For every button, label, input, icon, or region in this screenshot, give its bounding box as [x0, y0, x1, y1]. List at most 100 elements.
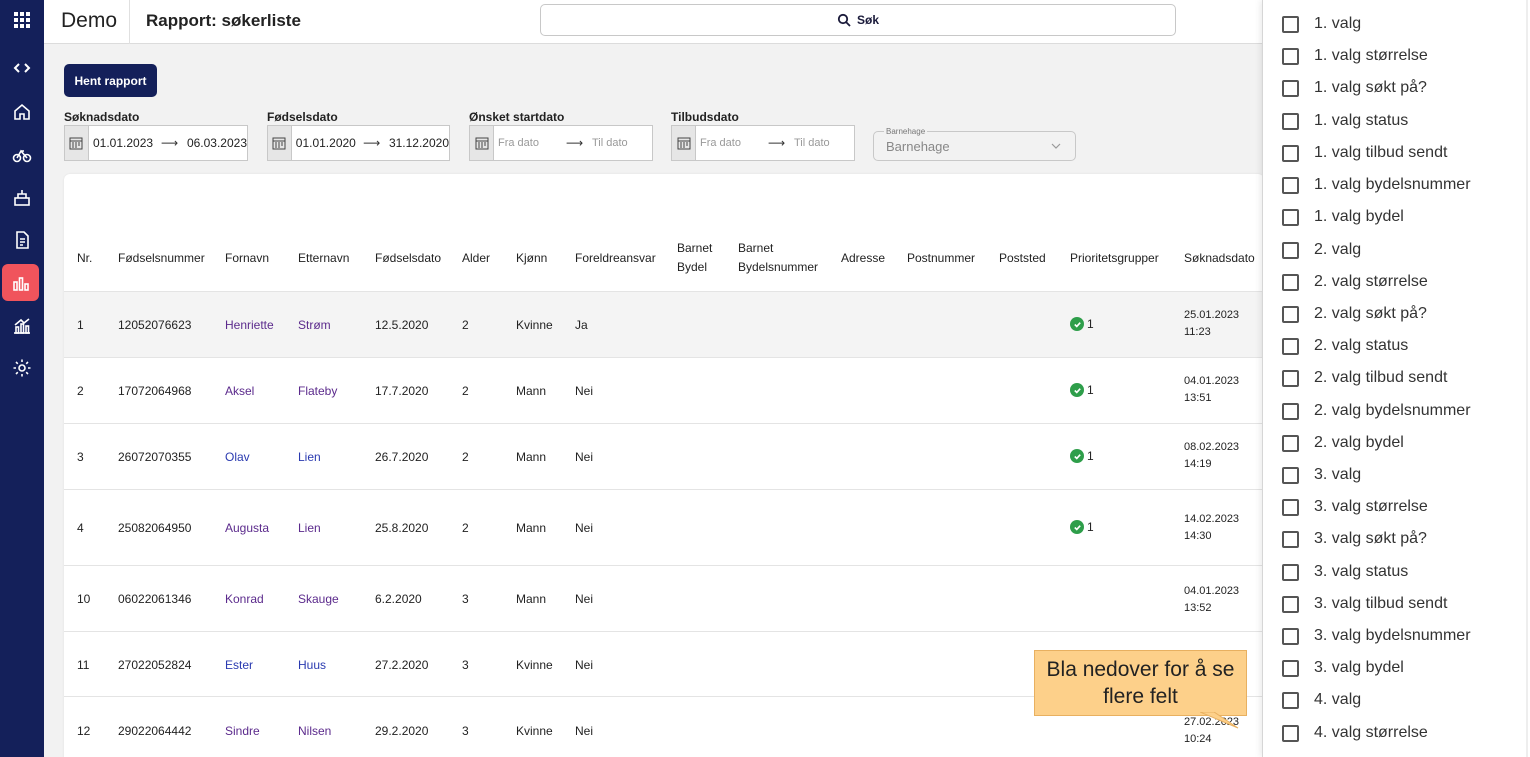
column-option[interactable]: 2. valg søkt på?: [1263, 298, 1529, 330]
panel-scrollbar[interactable]: [1526, 0, 1528, 757]
checkbox[interactable]: [1282, 241, 1299, 259]
column-option[interactable]: 2. valg tilbud sendt: [1263, 362, 1529, 394]
cell-first-name[interactable]: Sindre: [225, 724, 260, 738]
bar-chart-icon[interactable]: [2, 264, 39, 301]
date-to[interactable]: 06.03.2023: [187, 136, 247, 150]
checkbox[interactable]: [1282, 176, 1299, 194]
column-header[interactable]: Nr.: [77, 249, 92, 268]
cell-first-name[interactable]: Ester: [225, 658, 253, 672]
cell-first-name[interactable]: Olav: [225, 450, 250, 464]
table-row[interactable]: 4 25082064950 Augusta Lien 25.8.2020 2 M…: [64, 489, 1264, 565]
checkbox[interactable]: [1282, 273, 1299, 291]
cell-last-name[interactable]: Flateby: [298, 384, 337, 398]
cell-first-name[interactable]: Augusta: [225, 521, 269, 535]
date-from[interactable]: Fra dato: [700, 137, 768, 149]
daterange-offer-date[interactable]: Fra dato ⟶ Til dato: [671, 125, 855, 161]
checkbox[interactable]: [1282, 595, 1299, 613]
column-option[interactable]: 1. valg: [1263, 8, 1529, 40]
checkbox[interactable]: [1282, 337, 1299, 355]
home-icon[interactable]: [0, 94, 44, 130]
column-option[interactable]: 2. valg bydelsnummer: [1263, 395, 1529, 427]
checkbox[interactable]: [1282, 498, 1299, 516]
document-icon[interactable]: [0, 222, 44, 258]
checkbox[interactable]: [1282, 659, 1299, 677]
cell-last-name[interactable]: Lien: [298, 521, 321, 535]
cell-first-name[interactable]: Henriette: [225, 318, 274, 332]
column-header[interactable]: Alder: [462, 249, 490, 268]
column-option[interactable]: 2. valg bydel: [1263, 427, 1529, 459]
apps-grid-icon[interactable]: [0, 2, 44, 38]
table-row[interactable]: 10 06022061346 Konrad Skauge 6.2.2020 3 …: [64, 565, 1264, 631]
settings-icon[interactable]: [0, 350, 44, 386]
checkbox[interactable]: [1282, 15, 1299, 33]
column-header[interactable]: Barnet Bydel: [677, 239, 721, 277]
column-option[interactable]: 2. valg status: [1263, 330, 1529, 362]
analytics-icon[interactable]: [0, 308, 44, 344]
column-header[interactable]: Fornavn: [225, 249, 269, 268]
checkbox[interactable]: [1282, 112, 1299, 130]
checkbox[interactable]: [1282, 691, 1299, 709]
column-option[interactable]: 1. valg søkt på?: [1263, 72, 1529, 104]
date-to[interactable]: 31.12.2020: [389, 136, 449, 150]
column-header[interactable]: Barnet Bydelsnummer: [738, 239, 826, 277]
checkbox[interactable]: [1282, 47, 1299, 65]
column-header[interactable]: Søknadsdato: [1184, 249, 1255, 268]
checkbox[interactable]: [1282, 402, 1299, 420]
code-icon[interactable]: [0, 50, 44, 86]
column-option[interactable]: 2. valg: [1263, 234, 1529, 266]
column-option[interactable]: 3. valg bydelsnummer: [1263, 620, 1529, 652]
column-option[interactable]: 1. valg størrelse: [1263, 40, 1529, 72]
building-icon[interactable]: [0, 180, 44, 216]
column-header[interactable]: Kjønn: [516, 249, 547, 268]
column-header[interactable]: Fødselsnummer: [118, 249, 205, 268]
checkbox[interactable]: [1282, 724, 1299, 742]
column-option[interactable]: 4. valg størrelse: [1263, 717, 1529, 749]
fetch-report-button[interactable]: Hent rapport: [64, 64, 157, 97]
daterange-birth-date[interactable]: 01.01.2020 ⟶ 31.12.2020: [267, 125, 450, 161]
checkbox[interactable]: [1282, 434, 1299, 452]
column-option[interactable]: 1. valg tilbud sendt: [1263, 137, 1529, 169]
column-option[interactable]: 3. valg størrelse: [1263, 491, 1529, 523]
column-option[interactable]: 3. valg bydel: [1263, 652, 1529, 684]
search-bar[interactable]: Søk: [540, 4, 1176, 36]
column-header[interactable]: Etternavn: [298, 249, 349, 268]
column-option[interactable]: 3. valg status: [1263, 556, 1529, 588]
kindergarten-select[interactable]: Barnehage Barnehage: [873, 127, 1076, 161]
column-picker-panel[interactable]: 1. valg 1. valg størrelse 1. valg søkt p…: [1262, 0, 1530, 757]
daterange-applied-date[interactable]: 01.01.2023 ⟶ 06.03.2023: [64, 125, 248, 161]
column-option[interactable]: 4. valg: [1263, 684, 1529, 716]
checkbox[interactable]: [1282, 208, 1299, 226]
checkbox[interactable]: [1282, 369, 1299, 387]
date-to[interactable]: Til dato: [592, 137, 628, 149]
column-option[interactable]: 3. valg tilbud sendt: [1263, 588, 1529, 620]
checkbox[interactable]: [1282, 466, 1299, 484]
checkbox[interactable]: [1282, 79, 1299, 97]
cell-last-name[interactable]: Strøm: [298, 318, 331, 332]
cell-first-name[interactable]: Aksel: [225, 384, 254, 398]
table-row[interactable]: 1 12052076623 Henriette Strøm 12.5.2020 …: [64, 291, 1264, 358]
column-option[interactable]: 1. valg bydelsnummer: [1263, 169, 1529, 201]
column-header[interactable]: Adresse: [841, 249, 885, 268]
column-header[interactable]: Prioritetsgrupper: [1070, 249, 1159, 268]
date-from[interactable]: 01.01.2020: [296, 136, 363, 150]
checkbox[interactable]: [1282, 563, 1299, 581]
column-header[interactable]: Poststed: [999, 249, 1046, 268]
cell-last-name[interactable]: Huus: [298, 658, 326, 672]
column-option[interactable]: 1. valg status: [1263, 105, 1529, 137]
brand-name[interactable]: Demo: [61, 9, 117, 33]
column-option[interactable]: 3. valg: [1263, 459, 1529, 491]
date-from[interactable]: 01.01.2023: [93, 136, 161, 150]
column-option[interactable]: 1. valg bydel: [1263, 201, 1529, 233]
checkbox[interactable]: [1282, 144, 1299, 162]
table-row[interactable]: 3 26072070355 Olav Lien 26.7.2020 2 Mann…: [64, 423, 1264, 489]
table-row[interactable]: 2 17072064968 Aksel Flateby 17.7.2020 2 …: [64, 357, 1264, 423]
checkbox[interactable]: [1282, 305, 1299, 323]
column-header[interactable]: Fødselsdato: [375, 249, 441, 268]
column-header[interactable]: Postnummer: [907, 249, 975, 268]
column-header[interactable]: Foreldreansvar: [575, 249, 656, 268]
cell-last-name[interactable]: Nilsen: [298, 724, 331, 738]
cell-last-name[interactable]: Skauge: [298, 592, 339, 606]
cell-last-name[interactable]: Lien: [298, 450, 321, 464]
checkbox[interactable]: [1282, 530, 1299, 548]
date-from[interactable]: Fra dato: [498, 137, 566, 149]
